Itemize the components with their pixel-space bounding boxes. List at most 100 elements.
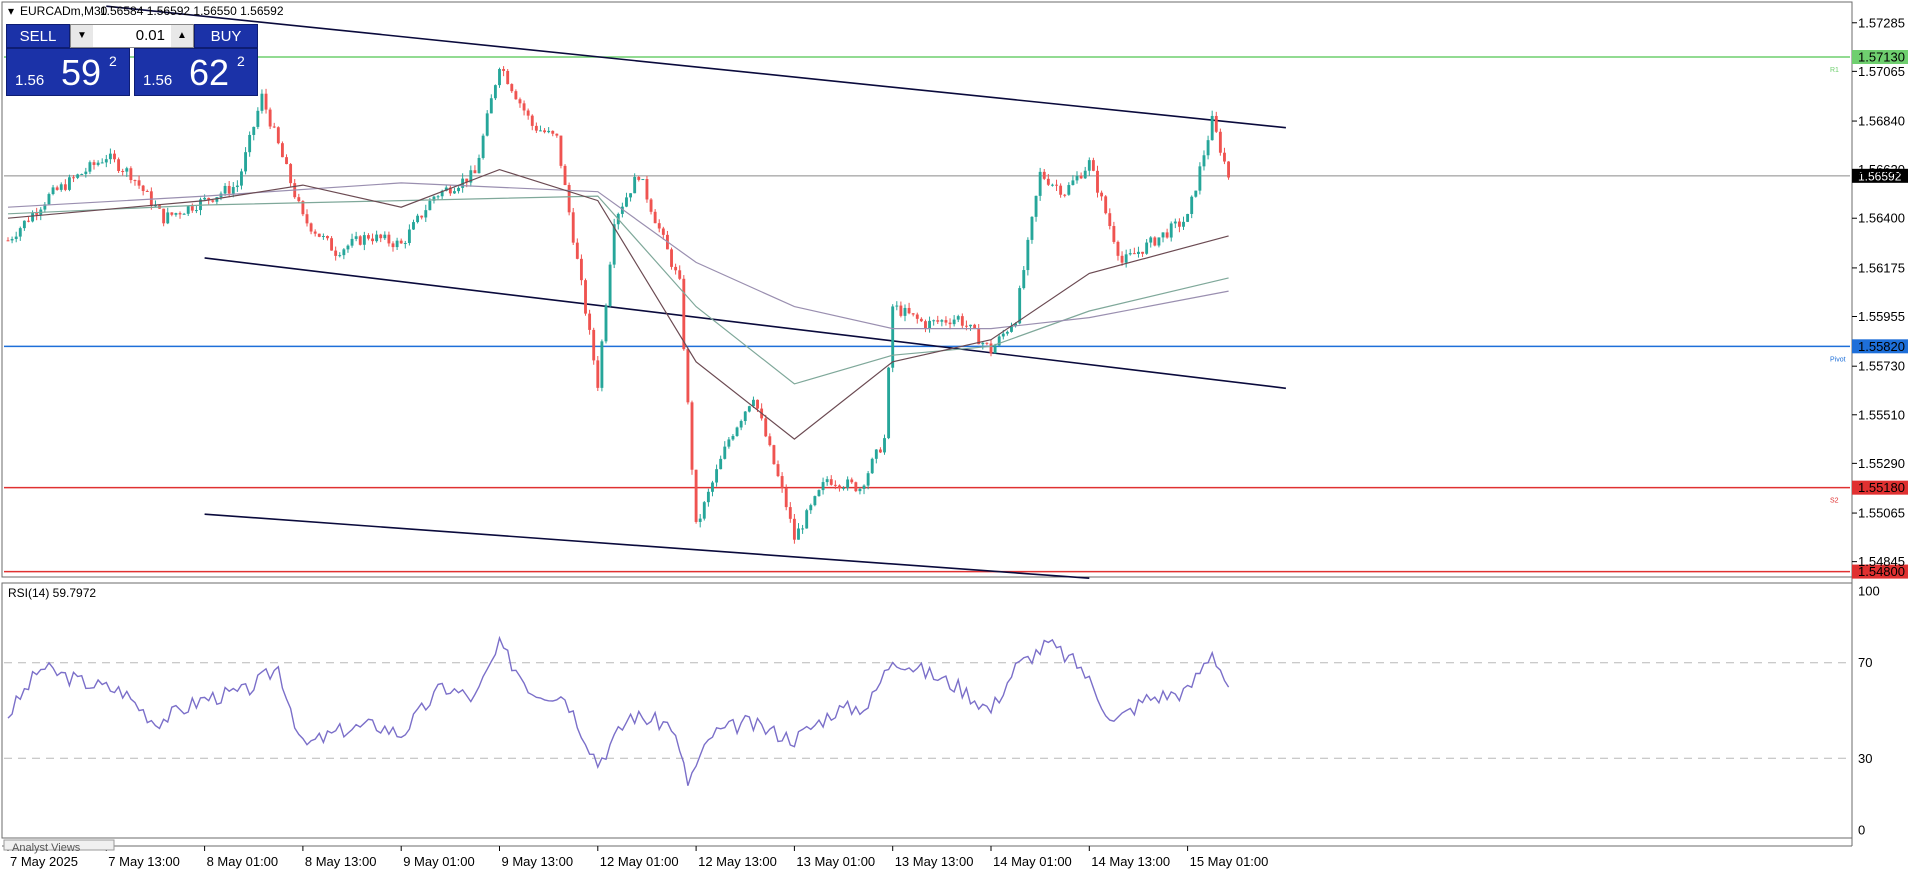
candle-body [706,491,710,503]
candle-body [919,318,923,322]
price-tick-label: 1.55510 [1858,407,1905,422]
candle-body [780,476,784,489]
candle-body [629,193,633,198]
candle-body [485,113,489,136]
candle-body [27,220,30,222]
sell-button[interactable]: SELL [6,24,70,48]
candle-body [678,270,682,279]
candle-body [117,159,121,172]
time-tick-label: 12 May 01:00 [600,854,679,869]
candle-body [1005,331,1009,334]
rsi-tick-label: 0 [1858,823,1865,838]
candle-body [321,235,325,237]
rsi-tick-label: 30 [1858,751,1872,766]
candle-body [702,502,706,519]
level-name-label: Pivot [1830,356,1846,363]
candle-body [391,243,395,248]
candle-body [18,228,22,237]
candle-body [788,507,792,519]
buy-button[interactable]: BUY [194,24,258,48]
candle-body [838,485,841,489]
candle-body [104,159,108,163]
candle-body [1182,221,1185,227]
candle-body [1157,237,1161,246]
candle-body [854,482,858,492]
candle-body [178,213,182,215]
candle-body [493,85,497,99]
analyst-views-label: Analyst Views [12,842,81,854]
candle-body [596,360,600,388]
candle-body [457,187,460,192]
candle-body [825,479,829,483]
candle-body [592,329,596,361]
candle-body [268,109,272,127]
lot-size-field[interactable]: ▼ 0.01 ▲ [70,24,194,48]
candle-body [768,436,772,446]
candle-body [481,135,485,158]
candle-body [1018,288,1022,324]
candle-body [1190,196,1194,214]
candle-body [240,171,243,186]
candle-body [563,165,567,186]
candle-body [338,255,342,257]
candle-body [182,213,186,215]
candle-body [969,324,972,327]
price-tick-label: 1.56620 [1858,162,1905,177]
candle-body [231,187,235,194]
price-tick-label: 1.57285 [1858,15,1905,30]
time-tick-label: 7 May 13:00 [108,854,180,869]
sell-price-box[interactable]: 1.56 59 2 [6,48,130,96]
candle-body [317,233,321,237]
candle-body [14,236,18,240]
sell-price-prefix: 1.56 [15,72,45,89]
candle-body [174,213,178,215]
channel-line [204,257,1286,390]
candle-body [915,314,919,319]
candle-body [534,125,538,131]
candle-body [375,234,379,242]
candle-body [792,518,796,540]
lot-increase-icon[interactable]: ▲ [171,25,193,47]
candle-body [1075,175,1079,181]
candle-body [522,103,526,111]
candle-body [416,215,420,223]
candle-body [739,421,743,428]
candle-body [518,99,522,104]
buy-price-box[interactable]: 1.56 62 2 [134,48,258,96]
candle-body [981,342,985,345]
candle-body [55,187,59,190]
rsi-line [7,635,1230,786]
candle-body [1087,160,1091,171]
candle-body [108,153,112,160]
candle-body [555,133,559,136]
candle-body [784,488,788,508]
candle-body [100,162,104,164]
candle-body [498,69,501,86]
candle-body [248,134,252,153]
candle-body [129,168,133,181]
candle-body [51,187,55,195]
candle-body [846,479,850,488]
candle-body [874,449,878,459]
candle-body [1022,270,1026,289]
candle-body [543,130,546,133]
price-tick-label: 1.55065 [1858,506,1905,521]
candle-body [350,238,354,246]
buy-price-sup: 2 [237,53,245,69]
lot-decrease-icon[interactable]: ▼ [71,25,93,47]
rsi-title: RSI(14) 59.7972 [8,586,96,600]
candle-body [1165,232,1169,238]
price-tick-label: 1.55955 [1858,309,1905,324]
candle-body [821,482,825,491]
lot-value: 0.01 [135,27,165,44]
candle-body [752,399,755,407]
candle-body [35,213,39,215]
candle-body [891,306,895,368]
candle-body [764,418,768,437]
candle-body [743,411,747,422]
candle-body [641,179,645,181]
candle-body [1001,333,1005,337]
axes: 1.571301.558201.551801.548001.565921.572… [7,15,1908,869]
candle-body [776,464,780,477]
candle-body [964,325,968,327]
